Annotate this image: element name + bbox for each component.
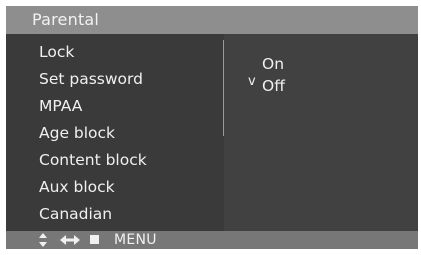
- menu-item-age-block[interactable]: Age block: [39, 124, 115, 142]
- option-panel: [224, 34, 418, 231]
- parental-osd-menu: Parental Lock Set password MPAA Age bloc…: [6, 6, 418, 249]
- stop-square-icon: [90, 235, 99, 244]
- panel-divider: [223, 40, 224, 136]
- menu-item-set-password[interactable]: Set password: [39, 70, 143, 88]
- menu-item-canadian[interactable]: Canadian: [39, 205, 112, 223]
- menu-item-mpaa[interactable]: MPAA: [39, 97, 82, 115]
- up-down-arrow-icon: [39, 233, 47, 247]
- selected-check-mark: v: [248, 74, 256, 89]
- menu-item-content-block[interactable]: Content block: [39, 151, 147, 169]
- title-bar: Parental: [6, 6, 418, 34]
- menu-button-label: MENU: [114, 232, 157, 248]
- option-on[interactable]: On: [262, 55, 284, 73]
- left-right-arrow-icon: [60, 235, 80, 245]
- footer-bar: MENU: [6, 231, 418, 249]
- menu-title: Parental: [32, 10, 100, 29]
- menu-item-lock[interactable]: Lock: [39, 43, 74, 61]
- option-off[interactable]: Off: [262, 77, 285, 95]
- menu-item-aux-block[interactable]: Aux block: [39, 178, 115, 196]
